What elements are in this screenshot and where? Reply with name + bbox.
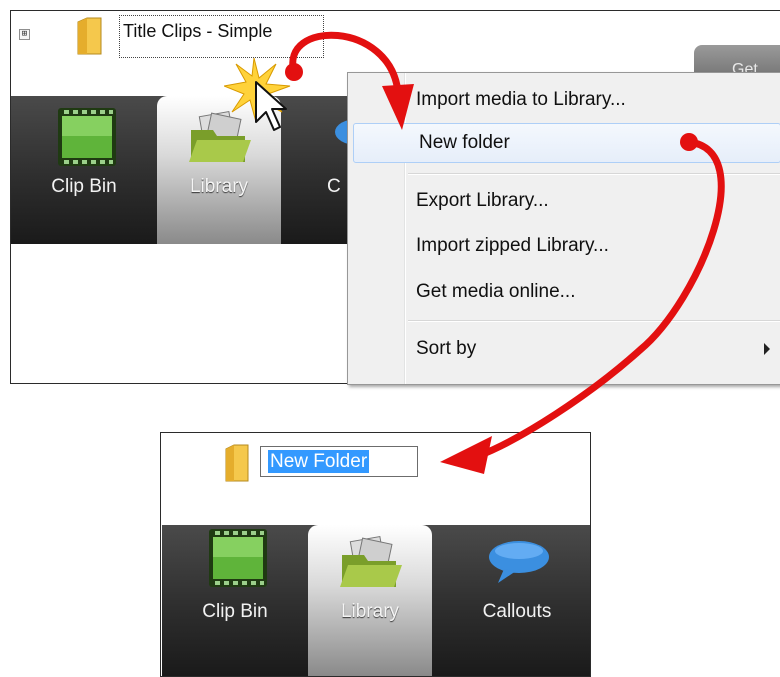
tab-clip-bin[interactable]: Clip Bin [165, 525, 305, 676]
menu-item-get-media-online[interactable]: Get media online... [351, 272, 780, 312]
tab-strip: Clip Bin Library C [11, 96, 363, 244]
menu-separator [408, 173, 780, 175]
callout-bubble-icon [489, 541, 549, 583]
library-folder-icon [340, 535, 402, 587]
tab-label: Library [189, 176, 249, 197]
folder-icon [223, 443, 251, 483]
menu-item-sort-by[interactable]: Sort by [351, 329, 780, 369]
expand-icon[interactable]: ⊞ [19, 29, 30, 40]
tab-callouts[interactable]: C [293, 96, 363, 244]
context-menu: Import media to Library... New folder Ex… [347, 72, 780, 385]
menu-item-export-library[interactable]: Export Library... [351, 181, 780, 221]
click-burst-icon [224, 57, 291, 131]
tab-strip: Clip Bin Library Callouts [162, 525, 590, 676]
tree-item-title-clips-simple[interactable]: Title Clips - Simple [119, 15, 324, 58]
folder-icon [75, 16, 105, 56]
film-clip-icon [58, 108, 116, 166]
menu-item-import-media[interactable]: Import media to Library... [351, 80, 780, 120]
tab-library[interactable]: Library [308, 525, 432, 676]
submenu-arrow-icon [764, 343, 770, 355]
tab-clip-bin[interactable]: Clip Bin [14, 96, 154, 244]
tab-callouts[interactable]: Callouts [444, 525, 590, 676]
tab-label: Library [340, 601, 400, 622]
film-clip-icon [209, 529, 267, 587]
menu-item-import-zipped-library[interactable]: Import zipped Library... [351, 226, 780, 266]
tab-label: Callouts [482, 601, 552, 622]
menu-separator [408, 320, 780, 322]
menu-item-label: Sort by [416, 338, 477, 359]
tab-label: C [327, 176, 341, 197]
tab-label: Clip Bin [202, 601, 268, 622]
menu-item-new-folder[interactable]: New folder [353, 123, 780, 163]
tab-label: Clip Bin [51, 176, 117, 197]
folder-name-input[interactable]: New Folder [260, 446, 418, 477]
selected-text: New Folder [268, 450, 370, 473]
